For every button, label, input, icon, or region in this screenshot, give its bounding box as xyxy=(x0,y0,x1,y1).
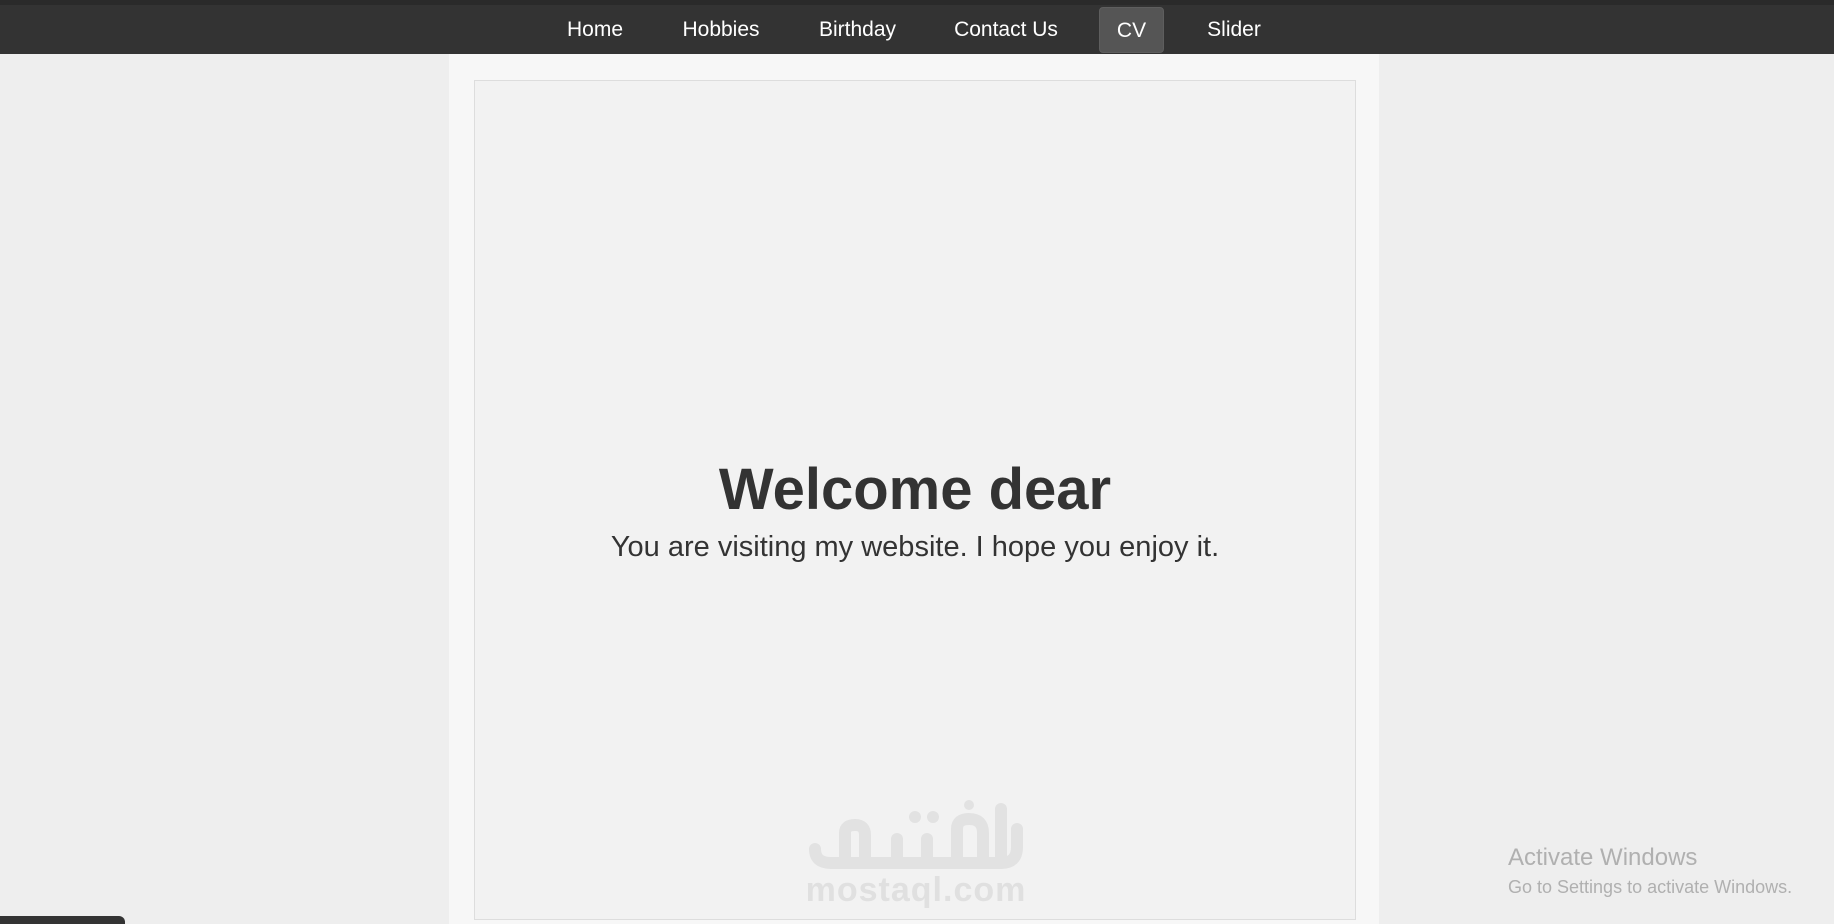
windows-activation-notice: Activate Windows Go to Settings to activ… xyxy=(1508,843,1792,899)
mostaql-logo-icon xyxy=(809,800,1023,869)
nav-birthday[interactable]: Birthday xyxy=(808,7,907,53)
nav-hobbies[interactable]: Hobbies xyxy=(672,7,770,53)
main-nav: Home Hobbies Birthday Contact Us CV Slid… xyxy=(0,6,1834,54)
nav-slider[interactable]: Slider xyxy=(1200,7,1268,53)
hero-title: Welcome dear xyxy=(718,457,1112,522)
nav-home[interactable]: Home xyxy=(555,7,635,53)
watermark-domain: mostaql.com xyxy=(805,871,1027,909)
nav-cv[interactable]: CV xyxy=(1099,7,1164,53)
bottom-left-tab[interactable] xyxy=(0,916,125,924)
hero-subtitle: You are visiting my website. I hope you … xyxy=(610,531,1220,563)
nav-contact-us[interactable]: Contact Us xyxy=(946,7,1066,53)
page-container: Welcome dear You are visiting my website… xyxy=(449,54,1379,924)
top-navbar: Home Hobbies Birthday Contact Us CV Slid… xyxy=(0,0,1834,54)
mostaql-watermark: mostaql.com xyxy=(805,799,1027,909)
activation-title: Activate Windows xyxy=(1508,844,1698,871)
activation-message: Go to Settings to activate Windows. xyxy=(1508,877,1793,897)
hero-panel: Welcome dear You are visiting my website… xyxy=(474,80,1356,920)
